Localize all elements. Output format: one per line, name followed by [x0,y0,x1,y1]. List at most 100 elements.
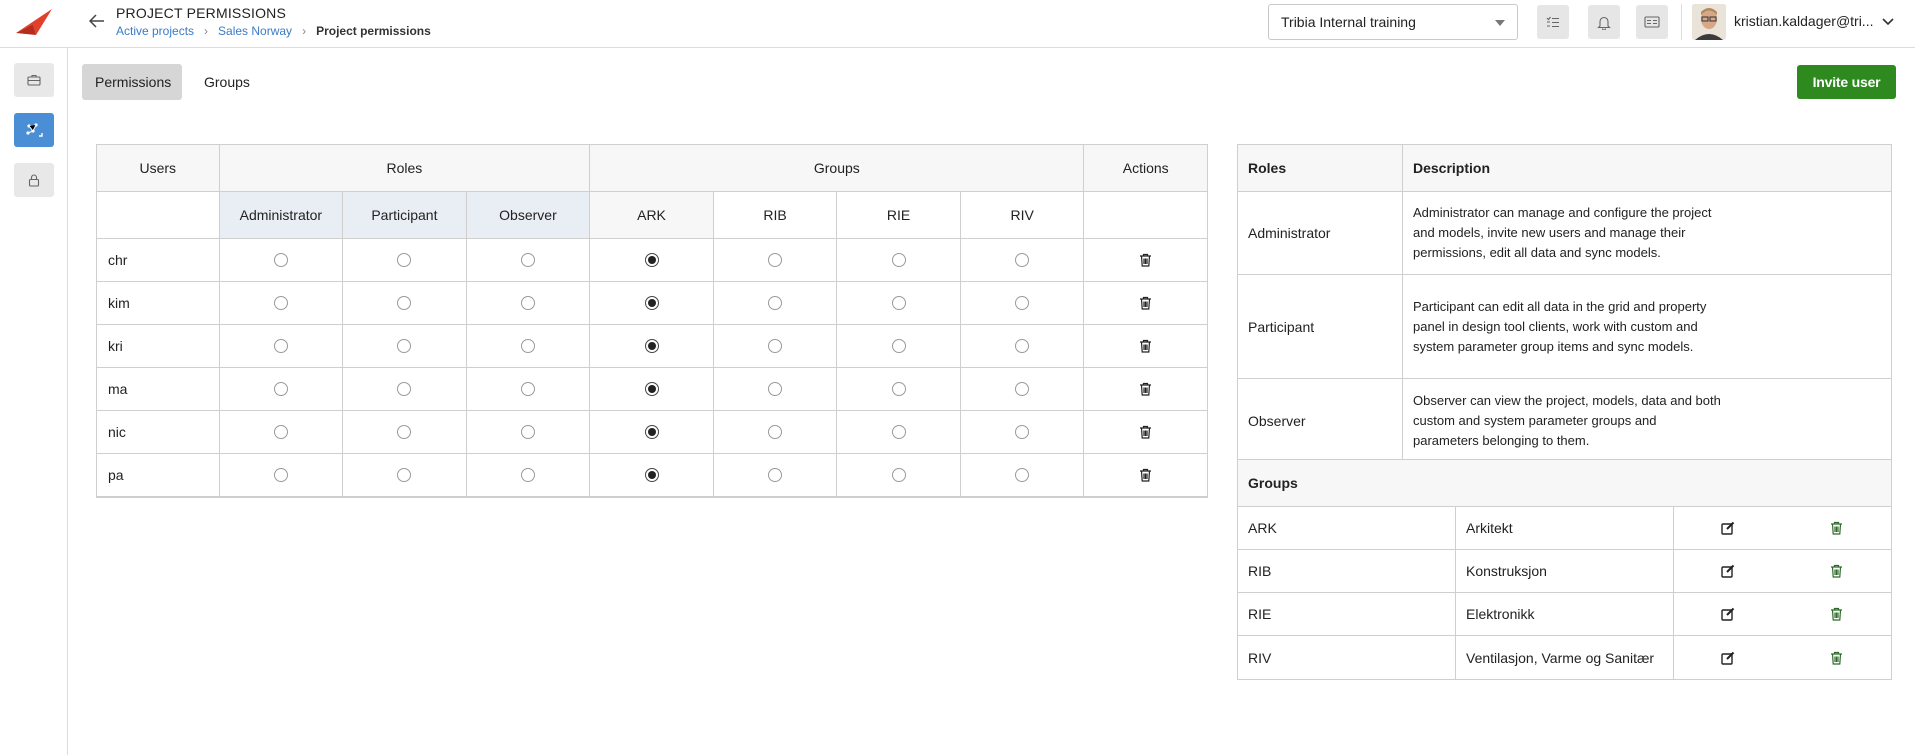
role-radio-participant[interactable] [397,382,412,396]
chevron-down-icon[interactable] [1882,13,1894,31]
role-radio-participant[interactable] [397,253,412,267]
group-radio-rib[interactable] [768,382,783,396]
invite-user-button[interactable]: Invite user [1797,65,1896,99]
tab-permissions[interactable]: Permissions [82,64,182,100]
groups-table-body: ARK Arkitekt RIB Konstruksjon RIE Elektronikk… [1238,507,1891,679]
group-radio-rie[interactable] [891,296,906,310]
breadcrumb-sales-norway[interactable]: Sales Norway [218,24,292,38]
group-radio-rie[interactable] [891,468,906,482]
group-radio-ark[interactable] [644,425,659,439]
group-radio-rie[interactable] [891,382,906,396]
edit-icon[interactable] [1674,564,1783,578]
role-cell [220,454,344,496]
role-radio-participant[interactable] [397,339,412,353]
breadcrumb: Active projects › Sales Norway › Project… [116,24,431,38]
avatar[interactable] [1692,4,1726,40]
role-radio-administrator[interactable] [273,382,288,396]
group-header-rib: RIB [714,192,838,238]
group-radio-riv[interactable] [1015,339,1030,353]
role-radio-participant[interactable] [397,468,412,482]
role-radio-observer[interactable] [520,382,535,396]
edit-icon[interactable] [1674,521,1783,535]
group-radio-rie[interactable] [891,339,906,353]
group-cell [837,411,961,453]
sidebar-item-network[interactable] [14,113,54,147]
bell-icon[interactable] [1588,5,1620,39]
card-icon[interactable] [1636,5,1668,39]
role-radio-observer[interactable] [520,339,535,353]
group-radio-rie[interactable] [891,425,906,439]
group-radio-ark[interactable] [644,382,659,396]
trash-icon[interactable] [1783,564,1892,578]
role-cell [467,239,591,281]
role-header-participant: Participant [343,192,467,238]
role-radio-administrator[interactable] [273,339,288,353]
group-radio-rib[interactable] [768,425,783,439]
group-radio-rie[interactable] [891,253,906,267]
role-cell [343,454,467,496]
tab-groups[interactable]: Groups [191,64,263,100]
group-radio-ark[interactable] [644,296,659,310]
group-cell [714,411,838,453]
role-radio-observer[interactable] [520,468,535,482]
group-radio-ark[interactable] [644,253,659,267]
group-row: RIB Konstruksjon [1238,550,1891,593]
breadcrumb-active-projects[interactable]: Active projects [116,24,194,38]
sidebar-item-projects[interactable] [14,63,54,97]
trash-icon[interactable] [1139,425,1152,439]
trash-icon[interactable] [1139,339,1152,353]
group-radio-ark[interactable] [644,339,659,353]
trash-icon[interactable] [1139,296,1152,310]
back-arrow-icon[interactable] [86,10,108,32]
group-radio-ark[interactable] [644,468,659,482]
role-radio-observer[interactable] [520,296,535,310]
group-cell [714,282,838,324]
group-radio-riv[interactable] [1015,468,1030,482]
group-cell [590,282,714,324]
trash-icon[interactable] [1783,651,1892,665]
grid-body: chr kim kri ma nic pa [97,239,1208,497]
group-radio-rib[interactable] [768,253,783,267]
user-menu-name[interactable]: kristian.kaldager@tri... [1734,13,1873,29]
group-radio-riv[interactable] [1015,253,1030,267]
role-radio-participant[interactable] [397,296,412,310]
trash-icon[interactable] [1139,253,1152,267]
role-radio-observer[interactable] [520,425,535,439]
group-radio-rib[interactable] [768,339,783,353]
groups-table-header: Groups [1238,460,1891,507]
app-logo[interactable] [14,7,54,37]
trash-icon[interactable] [1783,521,1892,535]
role-radio-participant[interactable] [397,425,412,439]
role-radio-administrator[interactable] [273,296,288,310]
chevron-down-icon [1495,20,1505,26]
trash-icon[interactable] [1139,382,1152,396]
group-radio-riv[interactable] [1015,382,1030,396]
group-row: RIE Elektronikk [1238,593,1891,636]
role-radio-administrator[interactable] [273,468,288,482]
description-column-header: Description [1413,160,1491,176]
grid-subheader-row: Administrator Participant Observer ARK R… [97,192,1208,239]
user-cell: kim [97,282,220,324]
group-cell [590,239,714,281]
role-cell [343,239,467,281]
sidebar-item-permissions[interactable] [14,163,54,197]
edit-icon[interactable] [1674,607,1783,621]
actions-cell [1084,325,1208,367]
trash-icon[interactable] [1783,607,1892,621]
group-radio-rib[interactable] [768,296,783,310]
group-code: ARK [1238,507,1456,549]
group-radio-riv[interactable] [1015,296,1030,310]
group-radio-rib[interactable] [768,468,783,482]
groups-header: Groups [590,145,1085,191]
group-radio-riv[interactable] [1015,425,1030,439]
role-radio-administrator[interactable] [273,253,288,267]
role-radio-administrator[interactable] [273,425,288,439]
trash-icon[interactable] [1139,468,1152,482]
top-bar: PROJECT PERMISSIONS Active projects › Sa… [0,0,1915,48]
checklist-icon[interactable] [1537,5,1569,39]
group-cell [714,325,838,367]
edit-icon[interactable] [1674,651,1783,665]
role-cell [343,325,467,367]
project-select[interactable]: Tribia Internal training [1268,4,1518,40]
role-radio-observer[interactable] [520,253,535,267]
